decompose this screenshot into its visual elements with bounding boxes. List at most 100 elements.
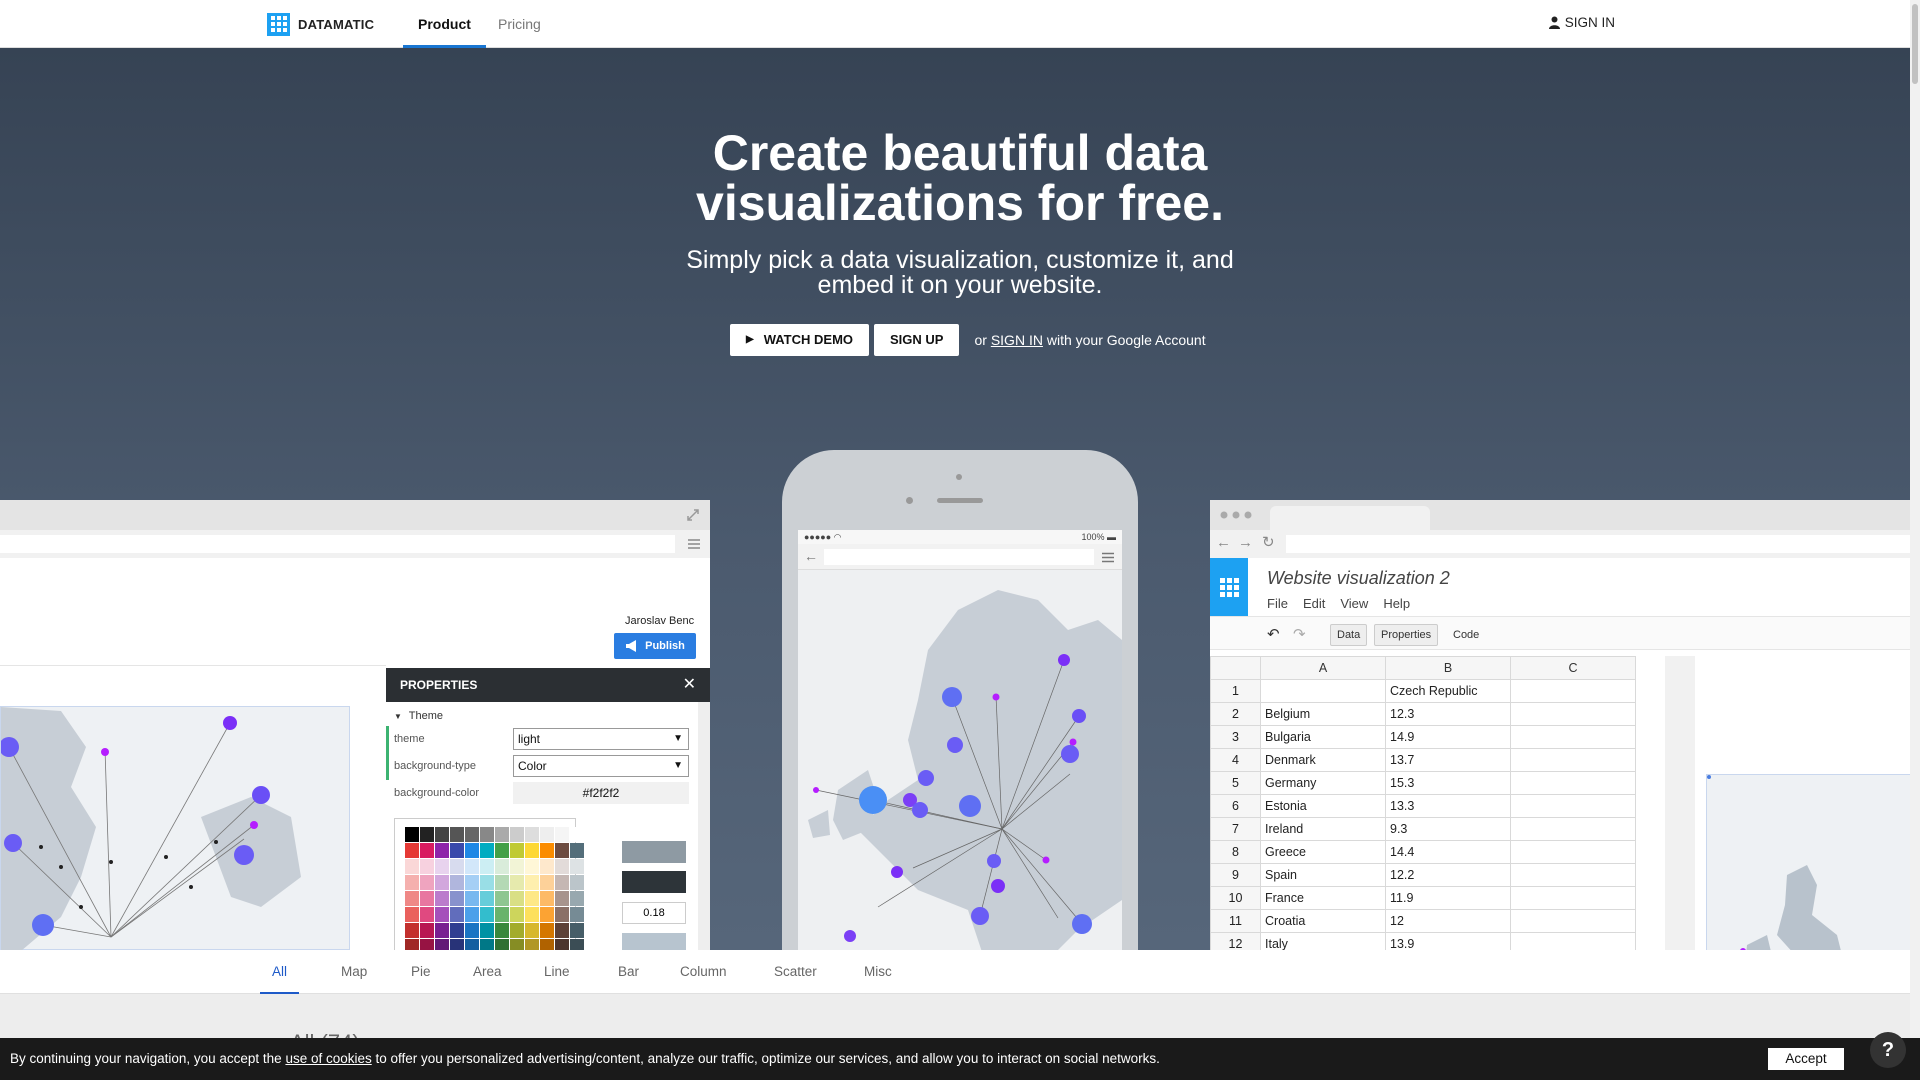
- color-swatch[interactable]: [495, 891, 509, 906]
- color-swatch[interactable]: [525, 859, 539, 874]
- color-swatch[interactable]: [510, 939, 524, 950]
- properties-tab[interactable]: Properties: [1374, 624, 1439, 646]
- cell-a[interactable]: Ireland: [1260, 817, 1386, 841]
- cell-a[interactable]: Belgium: [1260, 702, 1386, 726]
- color-swatch[interactable]: [480, 923, 494, 938]
- color-swatch[interactable]: [555, 891, 569, 906]
- cell-c[interactable]: [1510, 863, 1636, 887]
- watch-demo-button[interactable]: ▶ WATCH DEMO: [730, 324, 870, 356]
- color-swatch[interactable]: [540, 843, 554, 858]
- color-swatch[interactable]: [555, 939, 569, 950]
- color-swatch[interactable]: [465, 939, 479, 950]
- color-swatch[interactable]: [420, 859, 434, 874]
- color-swatch-3[interactable]: [622, 933, 686, 950]
- cell-c[interactable]: [1510, 679, 1636, 703]
- color-swatch[interactable]: [465, 827, 479, 842]
- category-tab-column[interactable]: Column: [668, 950, 739, 994]
- accept-cookies-button[interactable]: Accept: [1768, 1048, 1844, 1070]
- cell-a[interactable]: Croatia: [1260, 909, 1386, 933]
- menu-help[interactable]: Help: [1383, 596, 1410, 611]
- theme-select[interactable]: light ▼: [513, 728, 689, 750]
- color-swatch[interactable]: [540, 827, 554, 842]
- color-swatch[interactable]: [525, 907, 539, 922]
- color-swatch[interactable]: [555, 875, 569, 890]
- cookie-policy-link[interactable]: use of cookies: [285, 1051, 371, 1066]
- color-swatch-2[interactable]: [622, 871, 686, 893]
- cell-a[interactable]: Denmark: [1260, 748, 1386, 772]
- cell-b[interactable]: 12.2: [1385, 863, 1511, 887]
- cell-b[interactable]: Czech Republic: [1385, 679, 1511, 703]
- color-swatch[interactable]: [570, 891, 584, 906]
- row-number[interactable]: 5: [1210, 771, 1261, 795]
- color-swatch[interactable]: [435, 859, 449, 874]
- nav-pricing[interactable]: Pricing: [483, 0, 556, 48]
- publish-button[interactable]: Publish: [614, 633, 696, 659]
- color-swatch[interactable]: [540, 875, 554, 890]
- menu-edit[interactable]: Edit: [1303, 596, 1325, 611]
- forward-arrow-icon[interactable]: →: [1238, 534, 1253, 551]
- phone-url-field[interactable]: [824, 549, 1094, 565]
- color-swatch[interactable]: [435, 843, 449, 858]
- color-swatch[interactable]: [495, 939, 509, 950]
- editor-url-field[interactable]: [0, 535, 675, 553]
- color-swatch[interactable]: [525, 923, 539, 938]
- color-swatch[interactable]: [435, 907, 449, 922]
- browser-tab[interactable]: [1270, 506, 1430, 530]
- color-swatch[interactable]: [555, 859, 569, 874]
- phone-map[interactable]: [798, 570, 1122, 950]
- cell-c[interactable]: [1510, 817, 1636, 841]
- color-swatch[interactable]: [480, 859, 494, 874]
- signup-button[interactable]: SIGN UP: [874, 324, 960, 356]
- help-button[interactable]: ?: [1870, 1032, 1906, 1068]
- color-swatch[interactable]: [495, 907, 509, 922]
- row-number[interactable]: 3: [1210, 725, 1261, 749]
- category-tab-misc[interactable]: Misc: [852, 950, 904, 994]
- color-swatch[interactable]: [465, 891, 479, 906]
- color-swatch[interactable]: [510, 907, 524, 922]
- color-swatch[interactable]: [405, 859, 419, 874]
- cell-c[interactable]: [1510, 794, 1636, 818]
- color-swatch[interactable]: [495, 875, 509, 890]
- color-swatch[interactable]: [495, 843, 509, 858]
- cell-c[interactable]: [1510, 886, 1636, 910]
- column-header[interactable]: B: [1385, 656, 1511, 680]
- cell-a[interactable]: Bulgaria: [1260, 725, 1386, 749]
- cell-a[interactable]: Greece: [1260, 840, 1386, 864]
- color-swatch[interactable]: [510, 875, 524, 890]
- cell-b[interactable]: 9.3: [1385, 817, 1511, 841]
- color-palette[interactable]: [394, 818, 584, 950]
- color-swatch[interactable]: [450, 859, 464, 874]
- color-swatch[interactable]: [405, 907, 419, 922]
- browser-url-field[interactable]: [1286, 535, 1910, 553]
- color-swatch[interactable]: [570, 939, 584, 950]
- category-tab-map[interactable]: Map: [329, 950, 379, 994]
- editor-map[interactable]: [0, 706, 350, 950]
- cell-a[interactable]: Estonia: [1260, 794, 1386, 818]
- color-swatch[interactable]: [570, 827, 584, 842]
- color-swatch[interactable]: [510, 891, 524, 906]
- color-swatch[interactable]: [420, 907, 434, 922]
- color-swatch[interactable]: [570, 923, 584, 938]
- color-swatch-1[interactable]: [622, 841, 686, 863]
- color-swatch[interactable]: [495, 827, 509, 842]
- color-swatch[interactable]: [570, 859, 584, 874]
- color-swatch[interactable]: [525, 939, 539, 950]
- color-swatch[interactable]: [525, 843, 539, 858]
- menu-file[interactable]: File: [1267, 596, 1288, 611]
- color-swatch[interactable]: [510, 923, 524, 938]
- color-swatch[interactable]: [405, 939, 419, 950]
- cell-b[interactable]: 13.3: [1385, 794, 1511, 818]
- color-swatch[interactable]: [570, 843, 584, 858]
- cell-b[interactable]: 12: [1385, 909, 1511, 933]
- cell-a[interactable]: Italy: [1260, 932, 1386, 950]
- cell-b[interactable]: 14.4: [1385, 840, 1511, 864]
- color-swatch[interactable]: [420, 827, 434, 842]
- page-scrollbar[interactable]: [1910, 0, 1920, 1080]
- opacity-input[interactable]: 0.18: [622, 902, 686, 924]
- color-swatch[interactable]: [555, 907, 569, 922]
- color-swatch[interactable]: [450, 907, 464, 922]
- color-swatch[interactable]: [450, 891, 464, 906]
- cell-b[interactable]: 13.9: [1385, 932, 1511, 950]
- color-swatch[interactable]: [465, 859, 479, 874]
- color-swatch[interactable]: [555, 923, 569, 938]
